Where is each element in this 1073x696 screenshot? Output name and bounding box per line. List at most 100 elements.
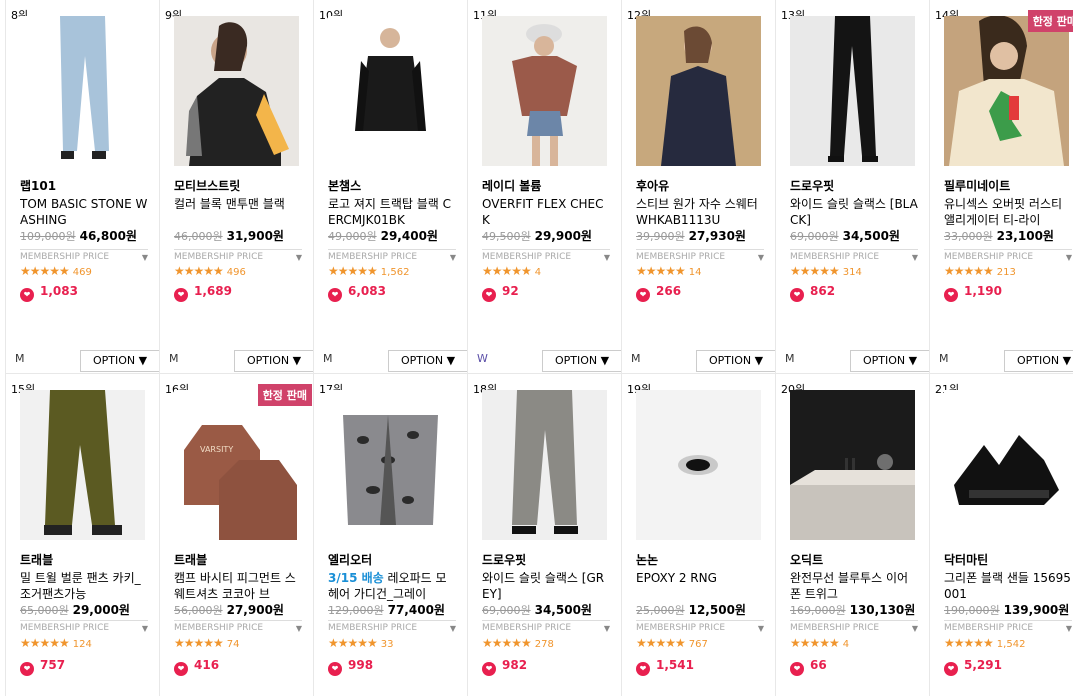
like-button[interactable]: ❤ 1,689 <box>174 284 232 302</box>
product-name[interactable]: 캠프 바시티 피그먼트 스웨트셔츠 코코아 브 <box>174 570 302 602</box>
membership-price-toggle[interactable]: MEMBERSHIP PRICE ▼ <box>20 620 148 633</box>
product-image[interactable] <box>944 390 1069 540</box>
product-card[interactable]: 19위 논논 EPOXY 2 RNG 25,000원 12,500원 MEMBERSHIP… <box>621 374 775 696</box>
product-image[interactable] <box>482 16 607 166</box>
product-card[interactable]: 12위 후아유 스티브 원가 자수 스웨터 WHKAB1113U 39,900원 27,… <box>621 0 775 374</box>
product-name[interactable]: 와이드 슬릿 슬랙스 [BLACK] <box>790 196 918 228</box>
product-card[interactable]: 11위 레이디 볼륨 OVERFIT FLEX CHECK 49,500원 29,900… <box>467 0 621 374</box>
product-card[interactable]: 10위 본챔스 로고 져지 트랙탑 블랙 CERCMJK01BK 49,000원 29,… <box>313 0 467 374</box>
brand-name[interactable]: 엘리오터 <box>328 551 372 568</box>
membership-price-toggle[interactable]: MEMBERSHIP PRICE ▼ <box>482 249 610 262</box>
option-button[interactable]: OPTION ▼ <box>1004 350 1073 372</box>
price-line: 33,000원 23,100원 <box>944 228 1054 245</box>
product-card[interactable]: 18위 드로우핏 와이드 슬릿 슬랙스 [GREY] 69,000원 34,500원 ME… <box>467 374 621 696</box>
like-button[interactable]: ❤ 6,083 <box>328 284 386 302</box>
product-card[interactable]: 9위 모티브스트릿 컬러 블록 맨투맨 블랙 46,000원 31,900원 MEMBER… <box>159 0 313 374</box>
product-name[interactable]: 와이드 슬릿 슬랙스 [GREY] <box>482 570 610 602</box>
product-name[interactable]: 스티브 원가 자수 스웨터 WHKAB1113U <box>636 196 764 228</box>
option-button[interactable]: OPTION ▼ <box>542 350 621 372</box>
option-button[interactable]: OPTION ▼ <box>850 350 929 372</box>
membership-price-toggle[interactable]: MEMBERSHIP PRICE ▼ <box>944 249 1072 262</box>
product-card[interactable]: 20위 오딕트 완전무선 블루투스 이어폰 트위그 169,000원 130,130원 M… <box>775 374 929 696</box>
membership-price-toggle[interactable]: MEMBERSHIP PRICE ▼ <box>174 249 302 262</box>
brand-name[interactable]: 모티브스트릿 <box>174 177 240 194</box>
product-card[interactable]: 13위 드로우핏 와이드 슬릿 슬랙스 [BLACK] 69,000원 34,500원 M… <box>775 0 929 374</box>
product-image[interactable] <box>20 16 145 166</box>
membership-price-toggle[interactable]: MEMBERSHIP PRICE ▼ <box>790 620 918 633</box>
product-name[interactable]: 밀 트윌 벌룬 팬츠 카키_조거팬츠가능 <box>20 570 148 602</box>
product-card[interactable]: 16위 VARSITY 한정 판매 트래블 캠프 바시티 피그먼트 스웨트셔츠 코코아 … <box>159 374 313 696</box>
like-count: 5,291 <box>964 658 1002 672</box>
brand-name[interactable]: 드로우핏 <box>482 551 526 568</box>
brand-name[interactable]: 닥터마틴 <box>944 551 988 568</box>
product-card[interactable]: 17위 엘리오터 3/15 배송 레오파드 모헤어 가디건_그레이 129,000원 7… <box>313 374 467 696</box>
product-card[interactable]: 15위 트래블 밀 트윌 벌룬 팬츠 카키_조거팬츠가능 65,000원 29,000원… <box>5 374 159 696</box>
like-count: 1,190 <box>964 284 1002 298</box>
like-button[interactable]: ❤ 92 <box>482 284 519 302</box>
like-count: 6,083 <box>348 284 386 298</box>
product-name[interactable]: 유니섹스 오버핏 러스티 앨리게이터 티-라이 <box>944 196 1072 228</box>
gender-size-label: M <box>631 352 641 365</box>
option-button[interactable]: OPTION ▼ <box>696 350 775 372</box>
brand-name[interactable]: 논논 <box>636 551 658 568</box>
product-image[interactable] <box>174 16 299 166</box>
option-button[interactable]: OPTION ▼ <box>388 350 467 372</box>
product-name[interactable]: 그리폰 블랙 샌들 15695001 <box>944 570 1072 602</box>
brand-name[interactable]: 드로우핏 <box>790 177 834 194</box>
like-button[interactable]: ❤ 998 <box>328 658 373 676</box>
membership-price-toggle[interactable]: MEMBERSHIP PRICE ▼ <box>636 249 764 262</box>
product-name[interactable]: TOM BASIC STONE WASHING <box>20 196 148 228</box>
brand-name[interactable]: 랩101 <box>20 177 56 194</box>
product-image[interactable] <box>20 390 145 540</box>
like-count: 1,689 <box>194 284 232 298</box>
brand-name[interactable]: 본챔스 <box>328 177 361 194</box>
rating: ★★★★★ 124 <box>20 636 92 650</box>
like-button[interactable]: ❤ 1,083 <box>20 284 78 302</box>
membership-price-toggle[interactable]: MEMBERSHIP PRICE ▼ <box>328 249 456 262</box>
membership-price-toggle[interactable]: MEMBERSHIP PRICE ▼ <box>790 249 918 262</box>
membership-price-toggle[interactable]: MEMBERSHIP PRICE ▼ <box>944 620 1072 633</box>
product-name[interactable]: 컬러 블록 맨투맨 블랙 <box>174 196 302 228</box>
heart-icon: ❤ <box>174 662 188 676</box>
product-image[interactable] <box>328 390 453 540</box>
like-button[interactable]: ❤ 5,291 <box>944 658 1002 676</box>
membership-price-toggle[interactable]: MEMBERSHIP PRICE ▼ <box>174 620 302 633</box>
brand-name[interactable]: 후아유 <box>636 177 669 194</box>
product-card[interactable]: 14위 한정 판매 필루미네이트 유니섹스 오버핏 러스티 앨리게이터 티-라이 33,… <box>929 0 1073 374</box>
product-image[interactable] <box>790 16 915 166</box>
brand-name[interactable]: 트래블 <box>20 551 53 568</box>
product-name[interactable]: 완전무선 블루투스 이어폰 트위그 <box>790 570 918 602</box>
product-image[interactable]: VARSITY <box>174 390 299 540</box>
product-card[interactable]: 8위 랩101 TOM BASIC STONE WASHING 109,000원 46,… <box>5 0 159 374</box>
like-button[interactable]: ❤ 66 <box>790 658 827 676</box>
product-image[interactable] <box>636 16 761 166</box>
membership-price-toggle[interactable]: MEMBERSHIP PRICE ▼ <box>328 620 456 633</box>
like-button[interactable]: ❤ 266 <box>636 284 681 302</box>
like-button[interactable]: ❤ 1,541 <box>636 658 694 676</box>
like-button[interactable]: ❤ 862 <box>790 284 835 302</box>
like-button[interactable]: ❤ 757 <box>20 658 65 676</box>
brand-name[interactable]: 오딕트 <box>790 551 823 568</box>
brand-name[interactable]: 필루미네이트 <box>944 177 1010 194</box>
like-button[interactable]: ❤ 982 <box>482 658 527 676</box>
like-button[interactable]: ❤ 416 <box>174 658 219 676</box>
product-image[interactable] <box>790 390 915 540</box>
product-name[interactable]: 로고 져지 트랙탑 블랙 CERCMJK01BK <box>328 196 456 228</box>
option-button[interactable]: OPTION ▼ <box>234 350 313 372</box>
product-image[interactable] <box>636 390 761 540</box>
brand-name[interactable]: 레이디 볼륨 <box>482 177 541 194</box>
option-button[interactable]: OPTION ▼ <box>80 350 159 372</box>
membership-price-toggle[interactable]: MEMBERSHIP PRICE ▼ <box>20 249 148 262</box>
like-button[interactable]: ❤ 1,190 <box>944 284 1002 302</box>
product-name[interactable]: OVERFIT FLEX CHECK <box>482 196 610 228</box>
original-price: 69,000원 <box>482 604 531 617</box>
brand-name[interactable]: 트래블 <box>174 551 207 568</box>
membership-price-toggle[interactable]: MEMBERSHIP PRICE ▼ <box>482 620 610 633</box>
product-name[interactable]: EPOXY 2 RNG <box>636 570 764 602</box>
product-name[interactable]: 3/15 배송 레오파드 모헤어 가디건_그레이 <box>328 570 456 602</box>
product-card[interactable]: 21위 닥터마틴 그리폰 블랙 샌들 15695001 190,000원 139,900… <box>929 374 1073 696</box>
membership-price-toggle[interactable]: MEMBERSHIP PRICE ▼ <box>636 620 764 633</box>
product-image[interactable] <box>944 16 1069 166</box>
product-image[interactable] <box>482 390 607 540</box>
product-image[interactable] <box>328 16 453 166</box>
